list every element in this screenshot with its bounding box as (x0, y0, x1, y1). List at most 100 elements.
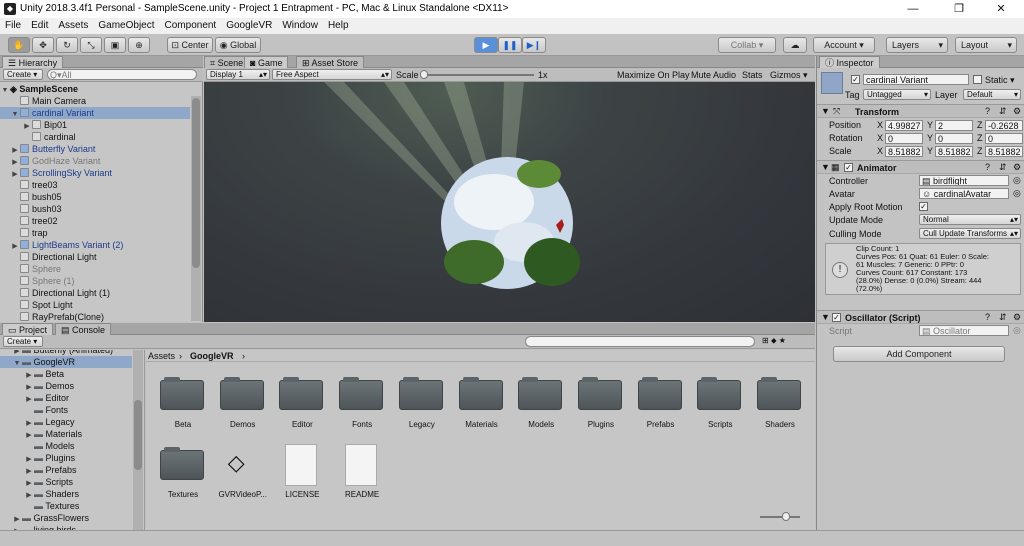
tab-hierarchy[interactable]: ☰ Hierarchy (2, 56, 64, 68)
play-button[interactable]: ▶ (474, 37, 498, 53)
hierarchy-item[interactable]: tree03 (0, 179, 190, 191)
active-checkbox[interactable]: ✓ (851, 75, 860, 84)
tab-game[interactable]: ◙ Game (244, 56, 289, 68)
layers-dropdown[interactable]: Layers ▾ (886, 37, 948, 53)
hierarchy-item[interactable]: ▶ Bip01 (0, 119, 190, 131)
global-local-toggle[interactable]: ◉ Global (215, 37, 261, 53)
display-dropdown[interactable]: Display 1 ▴▾ (206, 69, 270, 80)
hierarchy-item[interactable]: Main Camera (0, 95, 190, 107)
project-tree-item[interactable]: ▶ ▬ Shaders (0, 488, 132, 500)
asset-item[interactable]: Prefabs (636, 374, 686, 440)
transform-tool-icon[interactable]: ⊕ (128, 37, 150, 53)
hierarchy-item[interactable]: tree02 (0, 215, 190, 227)
controller-field[interactable]: ▤ birdflight (919, 175, 1009, 186)
hierarchy-item[interactable]: trap (0, 227, 190, 239)
menu-window[interactable]: Window (277, 18, 323, 33)
animator-header[interactable]: ▼ ▦ ✓ Animator ? ⇵ ⚙ (817, 160, 1024, 174)
hierarchy-item[interactable]: Directional Light (0, 251, 190, 263)
menu-component[interactable]: Component (160, 18, 222, 33)
tab-inspector[interactable]: ⓘ Inspector (819, 56, 880, 68)
filter-icons[interactable]: ⊞ ⬥ ★ (762, 336, 786, 346)
hierarchy-create-button[interactable]: Create ▾ (3, 69, 43, 80)
project-tree-item[interactable]: ▼ ▬ GoogleVR (0, 356, 132, 368)
layout-dropdown[interactable]: Layout ▾ (955, 37, 1017, 53)
tab-asset-store[interactable]: ⊞ Asset Store (296, 56, 365, 68)
icon-size-slider[interactable] (760, 516, 800, 518)
scene-root[interactable]: ▼ ◈ SampleScene (0, 83, 202, 95)
object-picker-icon[interactable]: ◎ (1013, 175, 1021, 186)
cloud-icon[interactable]: ☁ (783, 37, 807, 53)
hierarchy-item[interactable]: cardinal (0, 131, 190, 143)
tab-project[interactable]: ▭ Project (2, 323, 54, 335)
asset-item[interactable]: Beta (158, 374, 208, 440)
transform-scale-y[interactable]: 8.51882 (935, 146, 973, 157)
project-tree-item[interactable]: ▶ ▬ Materials (0, 428, 132, 440)
hierarchy-item[interactable]: Directional Light (1) (0, 287, 190, 299)
add-component-button[interactable]: Add Component (833, 346, 1005, 362)
hierarchy-item[interactable]: ▶ ScrollingSky Variant (0, 167, 190, 179)
project-search-input[interactable] (525, 336, 755, 347)
scale-slider-track[interactable] (424, 74, 534, 76)
menu-edit[interactable]: Edit (26, 18, 53, 33)
project-tree-item[interactable]: ▶ ▬ Editor (0, 392, 132, 404)
tab-console[interactable]: ▤ Console (55, 323, 112, 335)
icon-size-slider-thumb[interactable] (782, 512, 790, 521)
tag-dropdown[interactable]: Untagged ▾ (863, 89, 931, 100)
asset-item[interactable]: Textures (158, 444, 208, 510)
project-tree-scrollbar[interactable] (133, 350, 143, 530)
tab-scene[interactable]: ⌗ Scene (204, 56, 250, 68)
asset-item[interactable]: Demos (218, 374, 268, 440)
asset-item[interactable]: Materials (457, 374, 507, 440)
pivot-center-toggle[interactable]: ⊡ Center (167, 37, 213, 53)
asset-item[interactable]: Legacy (397, 374, 447, 440)
move-tool-icon[interactable]: ✥ (32, 37, 54, 53)
hierarchy-scrollbar[interactable] (191, 96, 201, 321)
transform-rotation-x[interactable]: 0 (885, 133, 923, 144)
mute-audio-toggle[interactable]: Mute Audio (691, 70, 736, 80)
preset-icon[interactable]: ⇵ (999, 162, 1007, 173)
hierarchy-item[interactable]: RayPrefab(Clone) (0, 311, 190, 323)
hierarchy-search-input[interactable]: Q▾All (47, 69, 197, 80)
help-icon[interactable]: ? (985, 162, 990, 172)
hierarchy-item[interactable]: Sphere (1) (0, 275, 190, 287)
hierarchy-item[interactable]: bush03 (0, 203, 190, 215)
rect-tool-icon[interactable]: ▣ (104, 37, 126, 53)
close-button[interactable]: ✕ (978, 0, 1024, 18)
gear-icon[interactable]: ⚙ (1013, 106, 1021, 117)
collab-dropdown[interactable]: Collab ▾ (718, 37, 776, 53)
static-dropdown[interactable]: Static ▾ (985, 75, 1015, 86)
rotate-tool-icon[interactable]: ↻ (56, 37, 78, 53)
asset-item[interactable]: Models (516, 374, 566, 440)
asset-item[interactable]: Shaders (755, 374, 805, 440)
hierarchy-item[interactable]: Spot Light (0, 299, 190, 311)
project-tree-item[interactable]: ▬ Models (0, 440, 132, 452)
project-create-button[interactable]: Create ▾ (3, 336, 43, 347)
menu-assets[interactable]: Assets (53, 18, 93, 33)
hierarchy-item[interactable]: ▶ GodHaze Variant (0, 155, 190, 167)
menu-help[interactable]: Help (323, 18, 354, 33)
update-mode-dropdown[interactable]: Normal ▴▾ (919, 214, 1021, 225)
project-tree-item[interactable]: ▶ ▬ Plugins (0, 452, 132, 464)
transform-rotation-z[interactable]: 0 (985, 133, 1023, 144)
avatar-field[interactable]: ☺ cardinalAvatar (919, 188, 1009, 199)
transform-header[interactable]: ▼ ⤧ Transform ? ⇵ ⚙ (817, 104, 1024, 118)
label-filter-icon[interactable]: ⬥ (771, 336, 777, 345)
favorite-icon[interactable]: ★ (779, 336, 786, 345)
scale-tool-icon[interactable]: ⤡ (80, 37, 102, 53)
transform-position-x[interactable]: 4.99827 (885, 120, 923, 131)
hierarchy-item[interactable]: ▶ LightBeams Variant (2) (0, 239, 190, 251)
preset-icon[interactable]: ⇵ (999, 312, 1007, 323)
asset-item[interactable]: Editor (277, 374, 327, 440)
asset-item[interactable]: Scripts (695, 374, 745, 440)
help-icon[interactable]: ? (985, 312, 990, 322)
menu-file[interactable]: File (0, 18, 26, 33)
transform-position-z[interactable]: -0.2628 (985, 120, 1023, 131)
asset-item[interactable]: ◇ GVRVideoP... (218, 444, 268, 510)
asset-item[interactable]: Plugins (576, 374, 626, 440)
maximize-button[interactable]: ❐ (936, 0, 982, 18)
gear-icon[interactable]: ⚙ (1013, 312, 1021, 323)
menu-gameobject[interactable]: GameObject (93, 18, 159, 33)
type-filter-icon[interactable]: ⊞ (762, 336, 769, 345)
scale-slider-thumb[interactable] (420, 70, 428, 79)
account-dropdown[interactable]: Account ▾ (813, 37, 875, 53)
